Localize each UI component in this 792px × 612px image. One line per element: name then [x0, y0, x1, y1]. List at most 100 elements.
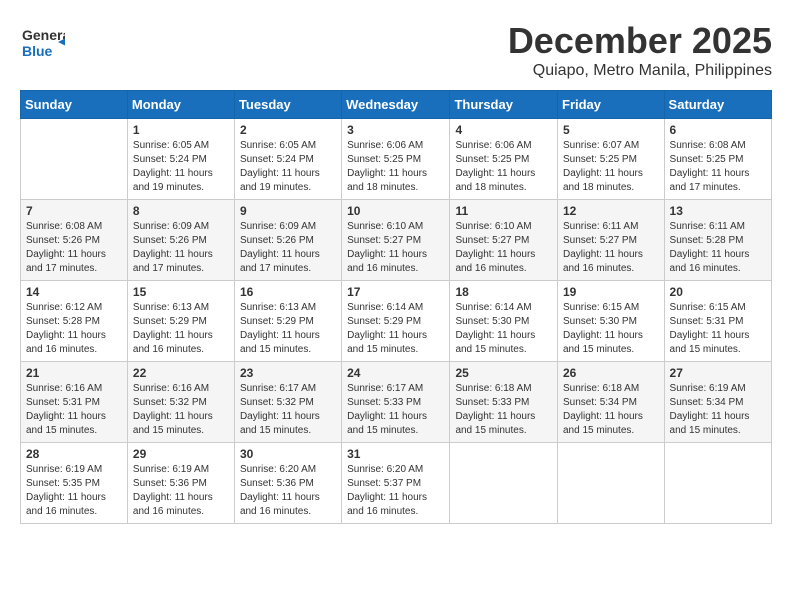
day-number: 11 [455, 204, 552, 218]
table-row: 26 Sunrise: 6:18 AMSunset: 5:34 PMDayligh… [558, 362, 665, 443]
calendar-table: Sunday Monday Tuesday Wednesday Thursday… [20, 90, 772, 524]
table-row: 3 Sunrise: 6:06 AMSunset: 5:25 PMDaylight… [342, 119, 450, 200]
day-number: 18 [455, 285, 552, 299]
table-row [450, 443, 558, 524]
day-info: Sunrise: 6:19 AMSunset: 5:35 PMDaylight:… [26, 463, 122, 519]
table-row: 11 Sunrise: 6:10 AMSunset: 5:27 PMDayligh… [450, 200, 558, 281]
table-row: 4 Sunrise: 6:06 AMSunset: 5:25 PMDaylight… [450, 119, 558, 200]
header-saturday: Saturday [664, 91, 771, 119]
day-number: 10 [347, 204, 444, 218]
table-row [664, 443, 771, 524]
day-info: Sunrise: 6:14 AMSunset: 5:29 PMDaylight:… [347, 301, 444, 357]
table-row: 31Sunrise: 6:20 AMSunset: 5:37 PMDayligh… [342, 443, 450, 524]
day-number: 27 [670, 366, 766, 380]
day-info: Sunrise: 6:09 AMSunset: 5:26 PMDaylight:… [240, 220, 336, 276]
header-wednesday: Wednesday [342, 91, 450, 119]
table-row: 12 Sunrise: 6:11 AMSunset: 5:27 PMDayligh… [558, 200, 665, 281]
table-row: 22Sunrise: 6:16 AMSunset: 5:32 PMDayligh… [127, 362, 234, 443]
day-number: 21 [26, 366, 122, 380]
day-number: 1 [133, 123, 229, 137]
day-info: Sunrise: 6:20 AMSunset: 5:36 PMDaylight:… [240, 463, 336, 519]
calendar-week-5: 28 Sunrise: 6:19 AMSunset: 5:35 PMDayligh… [21, 443, 772, 524]
header-thursday: Thursday [450, 91, 558, 119]
table-row: 19Sunrise: 6:15 AMSunset: 5:30 PMDayligh… [558, 281, 665, 362]
table-row [558, 443, 665, 524]
location-subtitle: Quiapo, Metro Manila, Philippines [508, 62, 772, 80]
day-number: 12 [563, 204, 659, 218]
day-number: 17 [347, 285, 444, 299]
month-title: December 2025 [508, 20, 772, 62]
table-row: 15Sunrise: 6:13 AMSunset: 5:29 PMDayligh… [127, 281, 234, 362]
day-info: Sunrise: 6:19 AMSunset: 5:36 PMDaylight:… [133, 463, 229, 519]
day-info: Sunrise: 6:06 AMSunset: 5:25 PMDaylight:… [347, 139, 444, 195]
day-number: 8 [133, 204, 229, 218]
table-row: 20 Sunrise: 6:15 AMSunset: 5:31 PMDayligh… [664, 281, 771, 362]
table-row: 7Sunrise: 6:08 AMSunset: 5:26 PMDaylight… [21, 200, 128, 281]
day-number: 29 [133, 447, 229, 461]
table-row: 14 Sunrise: 6:12 AMSunset: 5:28 PMDayligh… [21, 281, 128, 362]
calendar-week-3: 14 Sunrise: 6:12 AMSunset: 5:28 PMDayligh… [21, 281, 772, 362]
day-info: Sunrise: 6:11 AMSunset: 5:28 PMDaylight:… [670, 220, 766, 276]
header-friday: Friday [558, 91, 665, 119]
table-row: 17 Sunrise: 6:14 AMSunset: 5:29 PMDayligh… [342, 281, 450, 362]
table-row: 2Sunrise: 6:05 AMSunset: 5:24 PMDaylight… [234, 119, 341, 200]
table-row: 30Sunrise: 6:20 AMSunset: 5:36 PMDayligh… [234, 443, 341, 524]
table-row: 25Sunrise: 6:18 AMSunset: 5:33 PMDayligh… [450, 362, 558, 443]
general-blue-logo-icon: General Blue [20, 20, 65, 65]
table-row: 6 Sunrise: 6:08 AMSunset: 5:25 PMDaylight… [664, 119, 771, 200]
day-number: 19 [563, 285, 659, 299]
svg-text:Blue: Blue [22, 43, 53, 59]
day-info: Sunrise: 6:14 AMSunset: 5:30 PMDaylight:… [455, 301, 552, 357]
day-number: 25 [455, 366, 552, 380]
day-info: Sunrise: 6:08 AMSunset: 5:25 PMDaylight:… [670, 139, 766, 195]
table-row [21, 119, 128, 200]
page-header: General Blue December 2025 Quiapo, Metro… [20, 20, 772, 80]
table-row: 21Sunrise: 6:16 AMSunset: 5:31 PMDayligh… [21, 362, 128, 443]
day-info: Sunrise: 6:17 AMSunset: 5:32 PMDaylight:… [240, 382, 336, 438]
table-row: 23 Sunrise: 6:17 AMSunset: 5:32 PMDayligh… [234, 362, 341, 443]
day-number: 4 [455, 123, 552, 137]
logo: General Blue [20, 20, 65, 65]
header-tuesday: Tuesday [234, 91, 341, 119]
table-row: 28 Sunrise: 6:19 AMSunset: 5:35 PMDayligh… [21, 443, 128, 524]
day-info: Sunrise: 6:13 AMSunset: 5:29 PMDaylight:… [240, 301, 336, 357]
day-number: 28 [26, 447, 122, 461]
table-row: 9 Sunrise: 6:09 AMSunset: 5:26 PMDaylight… [234, 200, 341, 281]
day-info: Sunrise: 6:07 AMSunset: 5:25 PMDaylight:… [563, 139, 659, 195]
table-row: 27 Sunrise: 6:19 AMSunset: 5:34 PMDayligh… [664, 362, 771, 443]
table-row: 1 Sunrise: 6:05 AMSunset: 5:24 PMDaylight… [127, 119, 234, 200]
table-row: 8 Sunrise: 6:09 AMSunset: 5:26 PMDaylight… [127, 200, 234, 281]
day-info: Sunrise: 6:09 AMSunset: 5:26 PMDaylight:… [133, 220, 229, 276]
day-info: Sunrise: 6:18 AMSunset: 5:34 PMDaylight:… [563, 382, 659, 438]
day-number: 9 [240, 204, 336, 218]
header-sunday: Sunday [21, 91, 128, 119]
svg-text:General: General [22, 27, 65, 43]
day-info: Sunrise: 6:05 AMSunset: 5:24 PMDaylight:… [133, 139, 229, 195]
title-section: December 2025 Quiapo, Metro Manila, Phil… [508, 20, 772, 80]
day-info: Sunrise: 6:12 AMSunset: 5:28 PMDaylight:… [26, 301, 122, 357]
day-number: 15 [133, 285, 229, 299]
day-number: 16 [240, 285, 336, 299]
table-row: 13Sunrise: 6:11 AMSunset: 5:28 PMDayligh… [664, 200, 771, 281]
day-number: 20 [670, 285, 766, 299]
day-info: Sunrise: 6:15 AMSunset: 5:31 PMDaylight:… [670, 301, 766, 357]
day-number: 26 [563, 366, 659, 380]
calendar-week-4: 21Sunrise: 6:16 AMSunset: 5:31 PMDayligh… [21, 362, 772, 443]
day-number: 14 [26, 285, 122, 299]
day-number: 6 [670, 123, 766, 137]
day-info: Sunrise: 6:10 AMSunset: 5:27 PMDaylight:… [347, 220, 444, 276]
day-info: Sunrise: 6:10 AMSunset: 5:27 PMDaylight:… [455, 220, 552, 276]
table-row: 16 Sunrise: 6:13 AMSunset: 5:29 PMDayligh… [234, 281, 341, 362]
day-info: Sunrise: 6:06 AMSunset: 5:25 PMDaylight:… [455, 139, 552, 195]
day-info: Sunrise: 6:05 AMSunset: 5:24 PMDaylight:… [240, 139, 336, 195]
calendar-week-1: 1 Sunrise: 6:05 AMSunset: 5:24 PMDaylight… [21, 119, 772, 200]
day-number: 3 [347, 123, 444, 137]
day-info: Sunrise: 6:11 AMSunset: 5:27 PMDaylight:… [563, 220, 659, 276]
day-number: 24 [347, 366, 444, 380]
day-info: Sunrise: 6:08 AMSunset: 5:26 PMDaylight:… [26, 220, 122, 276]
day-number: 22 [133, 366, 229, 380]
day-number: 23 [240, 366, 336, 380]
header-monday: Monday [127, 91, 234, 119]
day-info: Sunrise: 6:19 AMSunset: 5:34 PMDaylight:… [670, 382, 766, 438]
calendar-header-row: Sunday Monday Tuesday Wednesday Thursday… [21, 91, 772, 119]
